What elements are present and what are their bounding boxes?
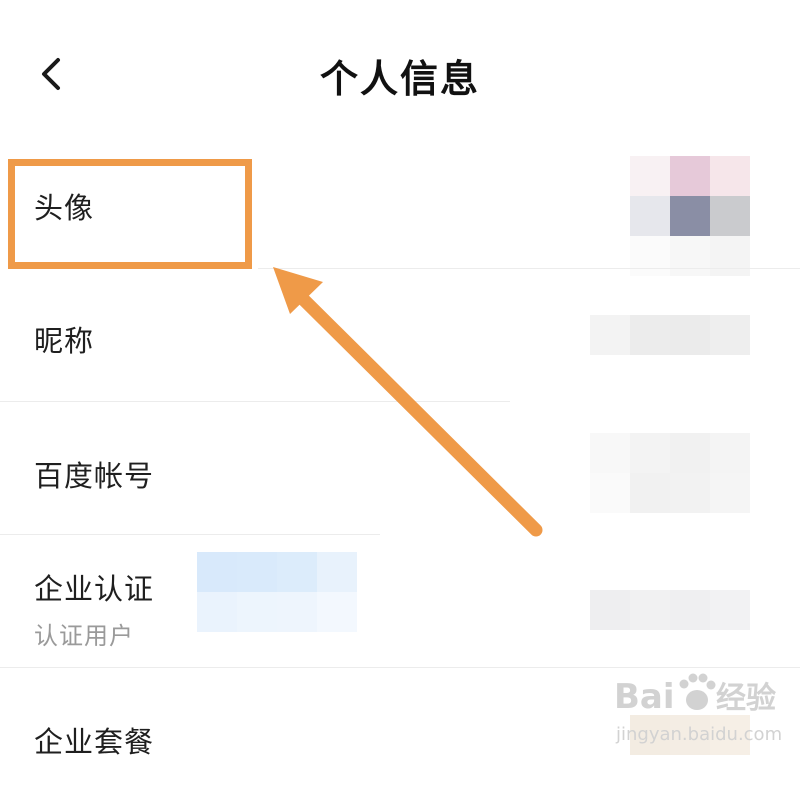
watermark-brand-left: Bai — [614, 677, 675, 717]
baidu-jingyan-watermark-icon: Bai 经验 jingyan.baidu.com — [614, 673, 782, 745]
watermark-url: jingyan.baidu.com — [615, 724, 782, 745]
annotation-arrow-icon — [273, 267, 543, 537]
watermark-brand-right: 经验 — [716, 681, 776, 716]
paw-icon — [679, 673, 716, 710]
